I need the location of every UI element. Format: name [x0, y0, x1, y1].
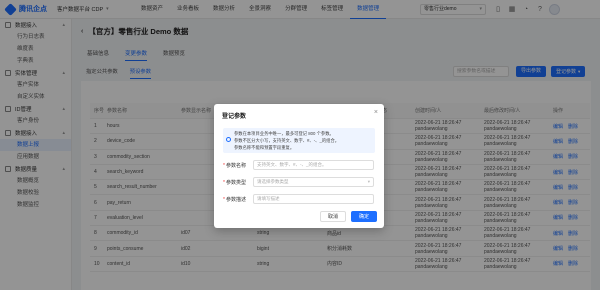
- field-label-text: 参数描述: [225, 196, 246, 203]
- field-label-text: 参数类型: [225, 179, 246, 186]
- cancel-button[interactable]: 取消: [319, 211, 346, 222]
- param-name-input[interactable]: 支持英文、数字、#、-、_的组合。: [253, 160, 374, 170]
- field-label-text: 参数名称: [225, 162, 246, 169]
- confirm-button[interactable]: 确定: [350, 211, 377, 222]
- tip-line: 参数在本项目业务中唯一，最多可登记 800 个参数。: [234, 131, 334, 136]
- param-type-select[interactable]: 请选择参数类型 ▾: [253, 177, 374, 187]
- dialog-buttons: 取消 确定: [315, 211, 377, 222]
- dialog-title: 登记参数: [222, 114, 247, 120]
- info-tip: 参数在本项目业务中唯一，最多可登记 800 个参数。 参数不区分大小写，支持英文…: [223, 128, 375, 153]
- tip-line: 参数不区分大小写，支持英文、数字、#、-、_的组合。: [234, 138, 340, 143]
- form-row-name: *参数名称 支持英文、数字、#、-、_的组合。: [223, 160, 374, 170]
- field-label: *参数类型: [223, 179, 253, 186]
- required-mark: *: [223, 196, 225, 203]
- chevron-down-icon: ▾: [367, 179, 370, 184]
- field-label: *参数描述: [223, 196, 253, 203]
- form-row-type: *参数类型 请选择参数类型 ▾: [223, 177, 374, 187]
- close-icon[interactable]: ×: [374, 109, 378, 116]
- form-row-desc: *参数描述 请填写描述: [223, 194, 374, 204]
- required-mark: *: [223, 179, 225, 186]
- select-placeholder: 请选择参数类型: [257, 179, 289, 184]
- tip-line: 参数名称不能和预置字段重复。: [234, 145, 295, 150]
- field-label: *参数名称: [223, 162, 253, 169]
- register-param-dialog: 登记参数 × 参数在本项目业务中唯一，最多可登记 800 个参数。 参数不区分大…: [214, 104, 384, 228]
- param-desc-input[interactable]: 请填写描述: [253, 194, 374, 204]
- required-mark: *: [223, 162, 225, 169]
- info-icon: [226, 137, 231, 142]
